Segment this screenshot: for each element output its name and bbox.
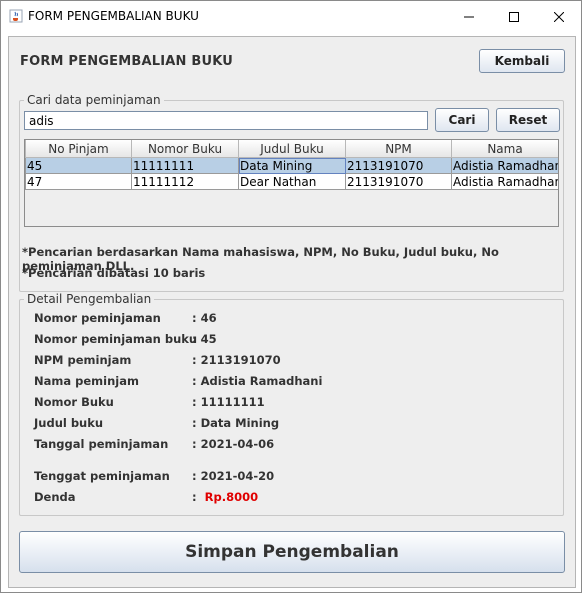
cell-npm: 2113191070	[345, 157, 452, 174]
close-icon	[553, 11, 564, 22]
search-input[interactable]	[24, 111, 428, 130]
fine-amount: Rp.8000	[204, 490, 259, 504]
cell-nama: Adistia Ramadhani	[451, 157, 559, 174]
table-row[interactable]: 45 11111111 Data Mining 2113191070 Adist…	[25, 157, 559, 174]
detail-value-loan-number: : 46	[192, 311, 217, 325]
column-header-npm[interactable]: NPM	[345, 140, 452, 158]
cell-npm: 2113191070	[345, 173, 452, 190]
detail-value-book-title: : Data Mining	[192, 416, 280, 430]
reset-button[interactable]: Reset	[496, 108, 560, 132]
detail-label-due-date: Tenggat peminjaman	[34, 469, 170, 483]
detail-label-book-title: Judul buku	[34, 416, 104, 430]
loan-table: No Pinjam Nomor Buku Judul Buku NPM Nama…	[24, 139, 559, 227]
column-header-nomor-buku[interactable]: Nomor Buku	[131, 140, 239, 158]
cell-nomor-buku: 11111111	[131, 157, 239, 174]
java-cup-icon	[9, 9, 23, 23]
column-header-nama[interactable]: Nama	[451, 140, 558, 158]
detail-label-loan-date: Tanggal peminjaman	[34, 437, 169, 451]
fine-colon: :	[192, 490, 197, 504]
detail-label-book-number: Nomor Buku	[34, 395, 114, 409]
cell-no-pinjam: 47	[25, 173, 132, 190]
search-group-title: Cari data peminjaman	[24, 93, 164, 107]
minimize-icon	[463, 12, 474, 22]
save-return-button[interactable]: Simpan Pengembalian	[19, 531, 565, 573]
detail-label-loan-number: Nomor peminjaman	[34, 311, 161, 325]
search-button[interactable]: Cari	[435, 108, 489, 132]
limit-note: *Pencarian dibatasi 10 baris	[22, 266, 206, 280]
app-window: FORM PENGEMBALIAN BUKU FORM PENGEMBALIAN…	[0, 0, 582, 593]
cell-judul-buku: Dear Nathan	[238, 173, 346, 190]
detail-value-loan-date: : 2021-04-06	[192, 437, 275, 451]
column-header-no-pinjam[interactable]: No Pinjam	[25, 140, 132, 158]
detail-label-npm: NPM peminjam	[34, 353, 132, 367]
table-header-row: No Pinjam Nomor Buku Judul Buku NPM Nama	[25, 140, 558, 158]
detail-group: Detail Pengembalian Nomor peminjaman : 4…	[19, 292, 564, 516]
search-group: Cari data peminjaman Cari Reset No Pinja…	[19, 93, 564, 292]
page-title: FORM PENGEMBALIAN BUKU	[20, 54, 234, 69]
detail-group-title: Detail Pengembalian	[24, 292, 155, 306]
cell-no-pinjam: 45	[25, 157, 132, 174]
minimize-button[interactable]	[446, 1, 491, 32]
main-panel: FORM PENGEMBALIAN BUKU Kembali Cari data…	[8, 36, 576, 588]
cell-nama: Adistia Ramadhani	[451, 173, 559, 190]
title-bar: FORM PENGEMBALIAN BUKU	[1, 1, 581, 32]
detail-label-borrower-name: Nama peminjam	[34, 374, 139, 388]
detail-value-book-loan-number: : 45	[192, 332, 217, 346]
close-button[interactable]	[536, 1, 581, 32]
detail-value-due-date: : 2021-04-20	[192, 469, 275, 483]
maximize-icon	[508, 11, 519, 22]
column-header-judul-buku[interactable]: Judul Buku	[238, 140, 346, 158]
detail-value-book-number: : 11111111	[192, 395, 265, 409]
detail-value-borrower-name: : Adistia Ramadhani	[192, 374, 323, 388]
cell-nomor-buku: 11111112	[131, 173, 239, 190]
back-button[interactable]: Kembali	[479, 49, 565, 73]
detail-label-fine: Denda	[34, 490, 76, 504]
maximize-button[interactable]	[491, 1, 536, 32]
detail-label-book-loan-number: Nomor peminjaman buku	[34, 332, 198, 346]
window-title: FORM PENGEMBALIAN BUKU	[28, 9, 199, 23]
detail-value-npm: : 2113191070	[192, 353, 281, 367]
detail-value-fine: : Rp.8000	[192, 490, 258, 504]
cell-judul-buku: Data Mining	[238, 157, 346, 174]
table-row[interactable]: 47 11111112 Dear Nathan 2113191070 Adist…	[25, 173, 559, 190]
